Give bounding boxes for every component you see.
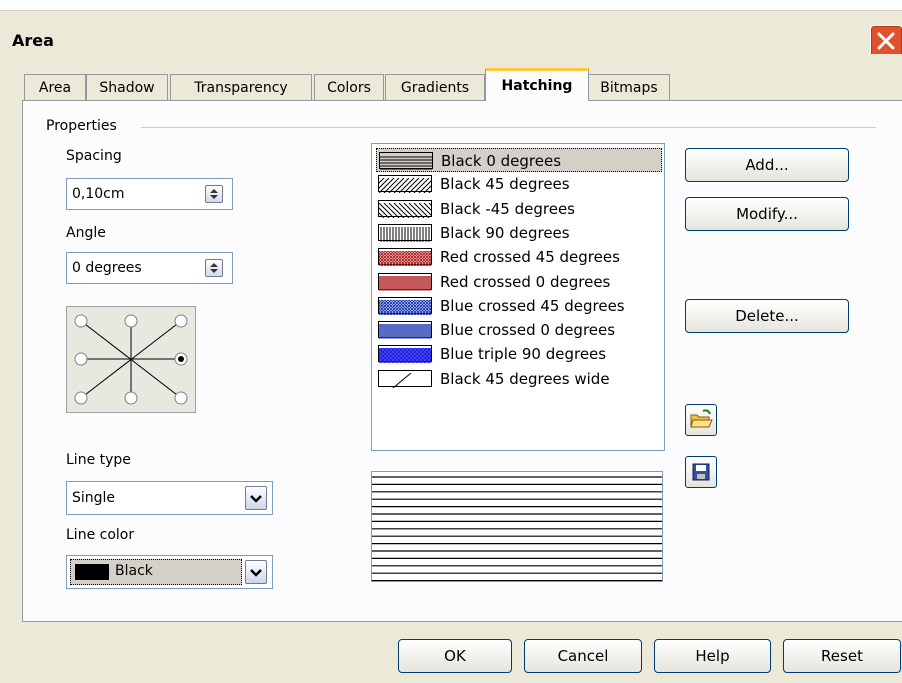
tab-colors[interactable]: Colors xyxy=(314,74,384,100)
hatching-preview xyxy=(371,471,663,582)
line-type-dropdown-button[interactable] xyxy=(245,486,267,510)
hatch-list-item[interactable]: Red crossed 0 degrees xyxy=(376,270,662,294)
hatch-pattern-swatch xyxy=(378,369,432,389)
line-type-label: Line type xyxy=(66,452,131,468)
spacing-value: 0,10cm xyxy=(72,186,125,202)
line-color-dropdown[interactable]: Black xyxy=(66,555,273,589)
help-button-label: Help xyxy=(695,647,730,665)
hatch-pattern-swatch xyxy=(378,223,432,242)
hatch-list-item[interactable]: Black -45 degrees xyxy=(363,197,662,221)
group-divider xyxy=(141,127,876,128)
window-title: Area xyxy=(12,31,54,50)
reset-button-label: Reset xyxy=(821,647,863,665)
reset-button[interactable]: Reset xyxy=(783,639,901,673)
hatch-list-item-label: Black -45 degrees xyxy=(440,199,575,218)
help-button[interactable]: Help xyxy=(654,639,771,673)
line-color-value: Black xyxy=(115,563,153,579)
modify-button-label: Modify... xyxy=(736,205,798,223)
load-hatches-button[interactable] xyxy=(685,404,717,436)
spacing-label: Spacing xyxy=(66,148,122,164)
add-button[interactable]: Add... xyxy=(685,148,849,182)
add-button-label: Add... xyxy=(745,156,789,174)
hatch-list-item[interactable]: Black 0 degrees xyxy=(376,148,662,172)
hatch-list-item[interactable]: Blue crossed 0 degrees xyxy=(376,318,662,342)
spacing-field[interactable]: 0,10cm xyxy=(66,178,233,210)
angle-value: 0 degrees xyxy=(72,260,142,276)
angle-spinner[interactable] xyxy=(205,259,223,277)
hatch-pattern-swatch xyxy=(379,152,433,170)
cancel-button-label: Cancel xyxy=(557,647,609,665)
close-icon xyxy=(877,32,895,50)
line-color-label: Line color xyxy=(66,527,135,543)
hatch-pattern-swatch xyxy=(378,272,432,291)
delete-button-label: Delete... xyxy=(735,307,799,325)
hatch-pattern-swatch xyxy=(363,345,452,364)
hatch-list-item[interactable]: Red crossed 45 degrees xyxy=(363,245,662,269)
chevron-down-icon xyxy=(250,569,262,577)
tab-hatching[interactable]: Hatching xyxy=(485,68,589,101)
angle-compass-icon xyxy=(74,314,188,405)
delete-button[interactable]: Delete... xyxy=(685,299,849,333)
hatch-list-item[interactable]: Black 45 degrees wide xyxy=(376,367,662,391)
hatch-pattern-swatch xyxy=(363,175,450,194)
line-color-dropdown-button[interactable] xyxy=(245,560,267,584)
modify-button[interactable]: Modify... xyxy=(685,197,849,231)
properties-group-label: Properties xyxy=(46,118,117,134)
hatch-list-item-label: Blue crossed 0 degrees xyxy=(440,321,616,340)
angle-direction-selector[interactable] xyxy=(66,306,196,413)
hatch-list-item-label: Blue crossed 45 degrees xyxy=(440,296,625,315)
hatch-list-item-label: Black 45 degrees xyxy=(440,175,570,194)
spacing-spinner[interactable] xyxy=(205,185,223,203)
cancel-button[interactable]: Cancel xyxy=(524,639,642,673)
tab-bitmaps[interactable]: Bitmaps xyxy=(588,74,670,100)
hatch-list-item[interactable]: Black 90 degrees xyxy=(376,221,662,245)
angle-label: Angle xyxy=(66,225,106,241)
hatch-list-item-label: Black 90 degrees xyxy=(440,223,570,242)
line-color-swatch xyxy=(75,564,109,580)
tab-shadow[interactable]: Shadow xyxy=(86,74,168,100)
hatch-pattern-swatch xyxy=(378,321,432,340)
preview-hatch-pattern xyxy=(372,476,662,581)
tab-gradients[interactable]: Gradients xyxy=(385,74,485,100)
ok-button[interactable]: OK xyxy=(398,639,512,673)
title-bar: Area xyxy=(0,10,902,58)
hatch-list-item-label: Red crossed 45 degrees xyxy=(440,248,620,267)
hatch-pattern-swatch xyxy=(363,296,452,316)
hatch-pattern-swatch xyxy=(363,248,452,267)
hatching-list[interactable]: Black 0 degrees Black 45 degrees Black -45… xyxy=(363,143,665,451)
save-disk-icon xyxy=(692,463,710,481)
angle-field[interactable]: 0 degrees xyxy=(66,252,233,284)
line-type-value: Single xyxy=(72,490,116,506)
open-folder-icon xyxy=(690,409,713,428)
save-hatches-button[interactable] xyxy=(685,456,717,488)
hatch-list-item[interactable]: Blue crossed 45 degrees xyxy=(363,294,662,318)
hatch-pattern-swatch xyxy=(363,199,450,218)
hatch-list-item[interactable]: Blue triple 90 degrees xyxy=(363,342,662,366)
line-type-dropdown[interactable]: Single xyxy=(66,481,273,515)
hatch-list-item-label: Blue triple 90 degrees xyxy=(440,345,607,364)
area-dialog: Area Area Shadow Transparency Colors Gra… xyxy=(0,0,902,683)
spin-arrows-icon xyxy=(210,263,218,273)
hatch-list-item[interactable]: Black 45 degrees xyxy=(363,172,662,196)
hatch-list-item-label: Red crossed 0 degrees xyxy=(440,272,611,291)
line-color-selection: Black xyxy=(70,559,242,585)
spin-arrows-icon xyxy=(210,189,218,199)
hatch-list-item-label: Black 0 degrees xyxy=(441,152,562,170)
tab-area[interactable]: Area xyxy=(24,74,86,100)
hatch-list-item-label: Black 45 degrees wide xyxy=(440,369,610,388)
ok-button-label: OK xyxy=(444,647,466,665)
chevron-down-icon xyxy=(250,495,262,503)
tab-transparency[interactable]: Transparency xyxy=(170,74,312,100)
